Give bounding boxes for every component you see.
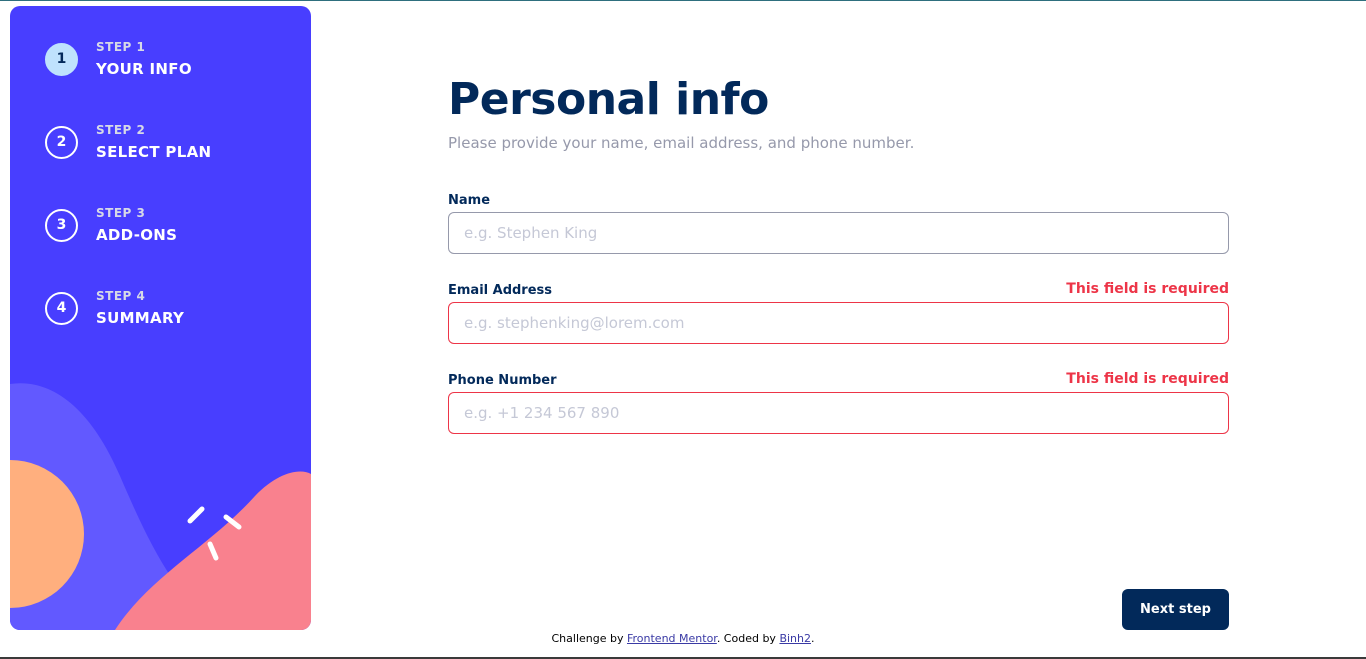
email-input[interactable] <box>448 302 1229 344</box>
step-label-1: STEP 1 <box>96 40 146 54</box>
email-label: Email Address <box>448 283 553 298</box>
attribution-prefix: Challenge by <box>551 632 624 645</box>
step-number-3: 3 <box>45 208 78 242</box>
page-subtitle: Please provide your name, email address,… <box>448 134 915 152</box>
attribution-footer: Challenge by Frontend Mentor. Coded by B… <box>0 632 1366 645</box>
step-sidebar: 1 STEP 1 YOUR INFO 2 STEP 2 SELECT PLAN … <box>10 6 311 630</box>
window-top-border <box>0 0 1366 1</box>
phone-label: Phone Number <box>448 373 557 388</box>
attribution-middle: . Coded by <box>716 632 776 645</box>
step-item-1[interactable]: 1 STEP 1 YOUR INFO <box>45 39 192 79</box>
name-input[interactable] <box>448 212 1229 254</box>
step-name-1: YOUR INFO <box>96 60 192 78</box>
step-item-4[interactable]: 4 STEP 4 SUMMARY <box>45 288 184 328</box>
step-label-3: STEP 3 <box>96 206 146 220</box>
step-name-3: ADD-ONS <box>96 226 178 244</box>
step-name-2: SELECT PLAN <box>96 143 212 161</box>
phone-input[interactable] <box>448 392 1229 434</box>
step-number-2: 2 <box>45 125 78 159</box>
phone-error-message: This field is required <box>1066 371 1229 387</box>
step-label-4: STEP 4 <box>96 289 146 303</box>
step-item-2[interactable]: 2 STEP 2 SELECT PLAN <box>45 122 211 162</box>
page-title: Personal info <box>448 74 769 125</box>
step-number-1: 1 <box>45 42 78 76</box>
frontend-mentor-link[interactable]: Frontend Mentor <box>627 632 717 645</box>
attribution-suffix: . <box>810 632 815 645</box>
step-name-4: SUMMARY <box>96 309 185 327</box>
author-link[interactable]: Binh2 <box>779 632 811 645</box>
name-label: Name <box>448 193 491 208</box>
step-number-4: 4 <box>45 291 78 325</box>
next-step-button[interactable]: Next step <box>1122 589 1229 630</box>
step-label-2: STEP 2 <box>96 123 146 137</box>
email-error-message: This field is required <box>1066 281 1229 297</box>
step-item-3[interactable]: 3 STEP 3 ADD-ONS <box>45 205 177 245</box>
